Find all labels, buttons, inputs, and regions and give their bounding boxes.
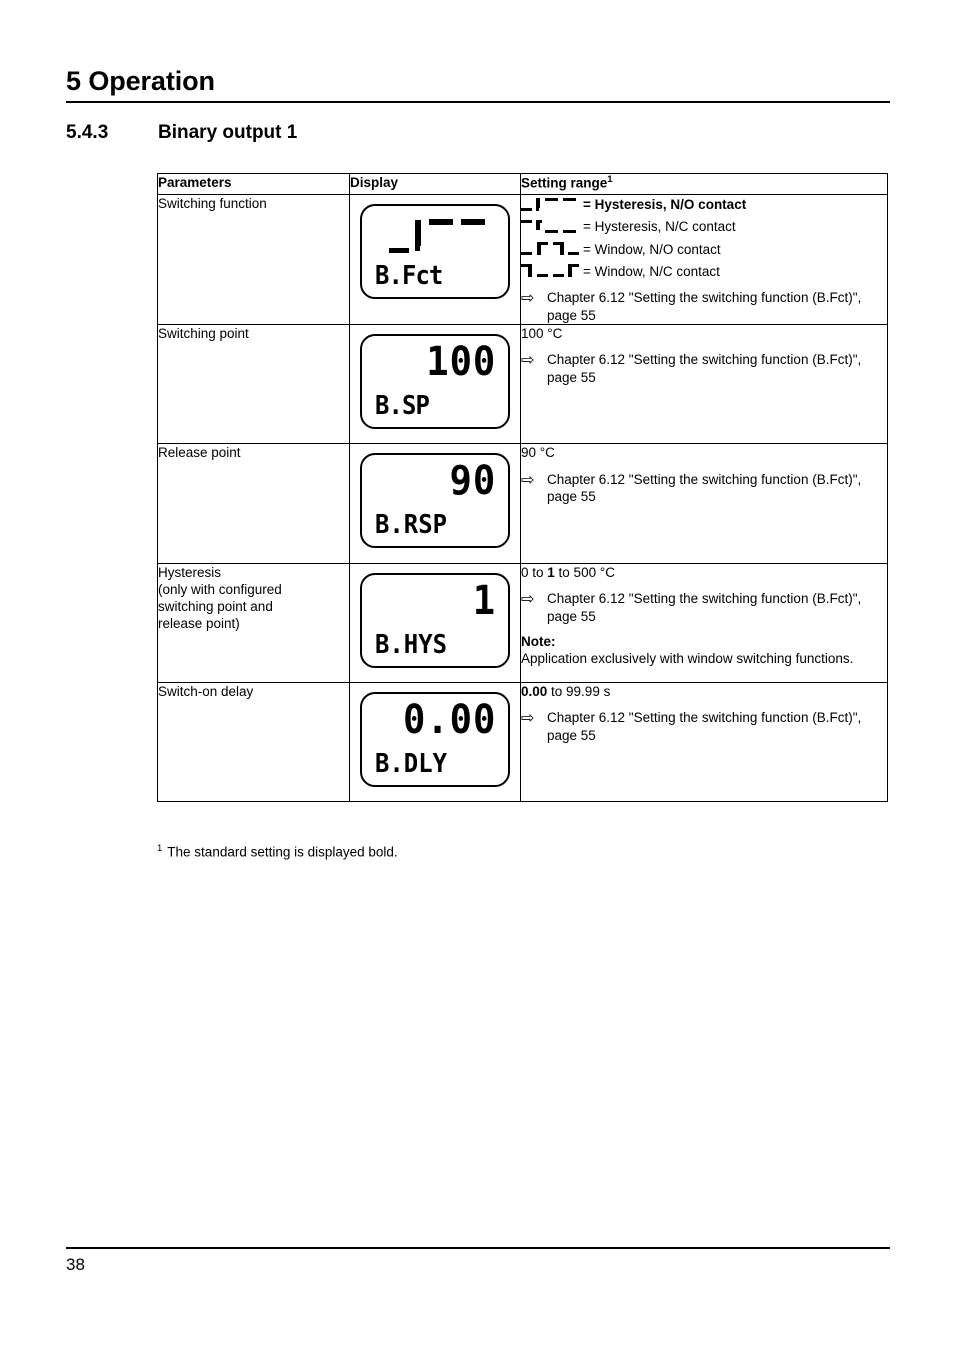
setting-range-cell: 100 °C ⇨ Chapter 6.12 "Setting the switc… xyxy=(520,324,888,445)
cross-reference-text: Chapter 6.12 "Setting the switching func… xyxy=(547,590,862,624)
setting-value-default: 0.00 xyxy=(521,683,548,699)
setting-value: 90 °C xyxy=(521,445,555,461)
parameter-name-cell: Switching function xyxy=(157,193,350,326)
arrow-right-icon: ⇨ xyxy=(521,290,535,308)
cross-reference-text: Chapter 6.12 "Setting the switching func… xyxy=(547,471,862,505)
parameter-label: Release point xyxy=(158,445,241,461)
parameter-label-line3: switching point and xyxy=(158,599,273,615)
footnote-number: 1 xyxy=(157,843,163,854)
waveform-low-high-icon xyxy=(521,197,579,213)
setting-value: 0 to 1 to 500 °C xyxy=(521,564,887,581)
setting-value-suffix: to 99.99 s xyxy=(547,683,611,699)
option-row: = Hysteresis, N/O contact xyxy=(521,196,887,213)
setting-range-cell: 0.00 to 99.99 s ⇨ Chapter 6.12 "Setting … xyxy=(520,681,888,803)
waveform-high-low-high-icon xyxy=(521,263,579,279)
table-row: Switching function B.Fct = Hysteresis, N… xyxy=(157,193,888,326)
setting-value-suffix: to 500 °C xyxy=(554,564,615,580)
lcd-sub-text: B.SP xyxy=(375,391,430,422)
setting-value-prefix: 0 to xyxy=(521,564,548,580)
chapter-title: 5 Operation xyxy=(66,66,215,96)
binary-output-parameters-table: Parameters Display Setting range1 Switch… xyxy=(157,173,888,803)
lcd-main-value: 0.00 xyxy=(402,696,496,743)
display-cell: B.Fct xyxy=(349,193,521,326)
setting-range-cell: 0 to 1 to 500 °C ⇨ Chapter 6.12 "Setting… xyxy=(520,562,888,683)
waveform-high-low-icon xyxy=(521,219,579,235)
lcd-display: 100 B.SP xyxy=(360,334,510,430)
parameter-label: Switching function xyxy=(158,196,267,211)
option-row: = Window, N/O contact xyxy=(521,241,887,258)
section-number: 5.4.3 xyxy=(66,122,109,143)
setting-range-cell: 90 °C ⇨ Chapter 6.12 "Setting the switch… xyxy=(520,443,888,564)
table-row: Switching point 100 B.SP 100 °C ⇨ Chapte… xyxy=(157,324,888,445)
option-row: = Window, N/C contact xyxy=(521,263,887,280)
arrow-right-icon: ⇨ xyxy=(521,471,535,489)
cross-reference[interactable]: ⇨ Chapter 6.12 "Setting the switching fu… xyxy=(521,351,887,386)
column-header-setting-range-label: Setting range xyxy=(521,175,608,191)
lcd-main-value: 1 xyxy=(472,577,496,624)
setting-value: 100 °C xyxy=(521,326,563,342)
cross-reference[interactable]: ⇨ Chapter 6.12 "Setting the switching fu… xyxy=(521,590,887,625)
parameter-label-line2: (only with configured xyxy=(158,581,282,597)
lcd-main-value: 90 xyxy=(449,458,496,505)
arrow-right-icon: ⇨ xyxy=(521,590,535,608)
cross-reference[interactable]: ⇨ Chapter 6.12 "Setting the switching fu… xyxy=(521,709,887,744)
header-divider xyxy=(66,101,890,103)
table-row: Switch-on delay 0.00 B.DLY 0.00 to 99.99… xyxy=(157,681,888,803)
lcd-display: B.Fct xyxy=(360,204,510,299)
parameter-label: Switching point xyxy=(158,326,249,342)
waveform-low-high-low-icon xyxy=(521,241,579,257)
lcd-sub-text: B.DLY xyxy=(375,748,448,779)
footnote-text: The standard setting is displayed bold. xyxy=(167,844,398,860)
note-label: Note: xyxy=(521,634,556,650)
footer-divider xyxy=(66,1247,890,1249)
page-number: 38 xyxy=(66,1255,85,1274)
page-title: Binary output 1 xyxy=(158,122,298,143)
display-cell: 100 B.SP xyxy=(349,324,521,445)
footnote-marker: 1 xyxy=(607,174,613,185)
parameter-label-line4: release point) xyxy=(158,616,240,632)
lcd-display: 1 B.HYS xyxy=(360,572,510,668)
column-header-setting-range: Setting range1 xyxy=(520,173,888,195)
display-cell: 0.00 B.DLY xyxy=(349,681,521,803)
option-label: = Window, N/C contact xyxy=(583,263,720,279)
setting-value: 0.00 to 99.99 s xyxy=(521,683,887,700)
cross-reference-text: Chapter 6.12 "Setting the switching func… xyxy=(547,290,862,323)
option-label: = Hysteresis, N/O contact xyxy=(583,197,747,212)
parameter-label: Hysteresis xyxy=(158,564,222,580)
lcd-display: 0.00 B.DLY xyxy=(360,691,510,787)
parameter-name-cell: Release point xyxy=(157,443,350,564)
cross-reference-text: Chapter 6.12 "Setting the switching func… xyxy=(547,710,862,743)
table-row: Release point 90 B.RSP 90 °C ⇨ Chapter 6… xyxy=(157,443,888,564)
option-label: = Hysteresis, N/C contact xyxy=(583,219,736,235)
lcd-display: 90 B.RSP xyxy=(360,453,510,549)
lcd-sub-text: B.RSP xyxy=(375,510,448,541)
setting-range-cell: = Hysteresis, N/O contact = Hysteresis, … xyxy=(520,193,888,326)
lcd-sub-text: B.HYS xyxy=(375,629,448,660)
parameter-name-cell: Switching point xyxy=(157,324,350,445)
waveform-low-high-icon xyxy=(389,219,485,253)
table-row: Hysteresis (only with configured switchi… xyxy=(157,562,888,683)
display-cell: 90 B.RSP xyxy=(349,443,521,564)
lcd-sub-text: B.Fct xyxy=(375,261,443,291)
lcd-main-value: 100 xyxy=(426,339,496,386)
cross-reference-text: Chapter 6.12 "Setting the switching func… xyxy=(547,352,862,385)
column-header-parameters: Parameters xyxy=(157,173,350,195)
cross-reference[interactable]: ⇨ Chapter 6.12 "Setting the switching fu… xyxy=(521,471,887,506)
cross-reference[interactable]: ⇨ Chapter 6.12 "Setting the switching fu… xyxy=(521,289,887,324)
note-text: Application exclusively with window swit… xyxy=(521,651,854,667)
display-cell: 1 B.HYS xyxy=(349,562,521,683)
option-label: = Window, N/O contact xyxy=(583,241,721,257)
parameter-name-cell: Switch-on delay xyxy=(157,681,350,803)
arrow-right-icon: ⇨ xyxy=(521,352,535,370)
parameter-label: Switch-on delay xyxy=(158,683,254,699)
column-header-display: Display xyxy=(349,173,521,195)
option-row: = Hysteresis, N/C contact xyxy=(521,218,887,235)
table-header-row: Parameters Display Setting range1 xyxy=(157,173,888,195)
document-page: 5 Operation 5.4.3 Binary output 1 Parame… xyxy=(0,0,954,1351)
setting-value-default: 1 xyxy=(547,564,555,580)
parameter-name-cell: Hysteresis (only with configured switchi… xyxy=(157,562,350,683)
footnote: 1 The standard setting is displayed bold. xyxy=(157,843,398,860)
arrow-right-icon: ⇨ xyxy=(521,710,535,728)
